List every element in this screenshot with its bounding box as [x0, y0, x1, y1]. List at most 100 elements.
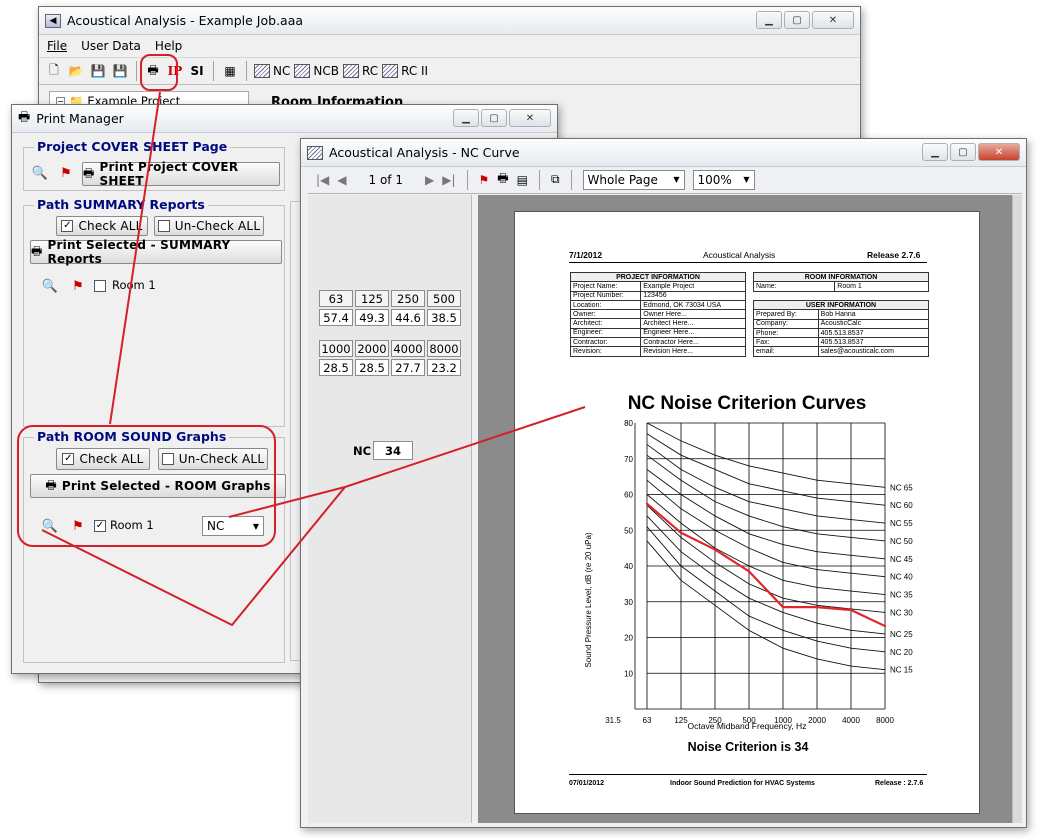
user-info-key: Prepared By: [753, 309, 819, 320]
x-tick-label: 8000 [876, 716, 894, 725]
measured-point [679, 531, 683, 534]
open-folder-icon[interactable]: 📂 [67, 61, 85, 81]
menu-help[interactable]: Help [153, 39, 184, 53]
calculator-icon[interactable]: ▦ [221, 61, 239, 81]
close-button[interactable]: ✕ [812, 11, 854, 29]
report-date: 7/1/2012 [569, 250, 603, 260]
nc-curve-button[interactable]: NC [254, 61, 290, 81]
pm-minimize-button[interactable]: ▁ [453, 109, 479, 127]
nc-curve-line [646, 469, 886, 560]
menu-file[interactable]: File [45, 39, 69, 53]
chevron-down-icon: ▼ [673, 175, 680, 184]
user-info-value: 405.513.8537 [817, 327, 930, 339]
ncb-curve-button[interactable]: NCB [294, 61, 339, 81]
print-manager-titlebar[interactable]: 🖶 Print Manager ▁ ▢ ✕ [12, 105, 557, 133]
print-summary-button[interactable]: 🖶 Print Selected - SUMMARY Reports [30, 238, 282, 266]
user-info-table: USER INFORMATION Prepared By: Bob Hanna C… [753, 299, 930, 357]
nc-curve-label: NC 50 [890, 537, 913, 546]
report-footer-rule [569, 774, 927, 775]
report-toolbar: |◀ ◀ 1 of 1 ▶ ▶| ⚑ 🖶 ▤ ⧉ Whole Page ▼ 100… [308, 166, 1022, 194]
y-tick-label: 60 [624, 491, 633, 500]
save-all-icon[interactable]: 💾 [111, 61, 129, 81]
summary-room-label: Room 1 [112, 278, 156, 292]
nc-curve-label: NC 30 [890, 608, 913, 617]
nc-label: NC [353, 444, 372, 458]
print-manager-title: Print Manager [36, 111, 124, 126]
minimize-button[interactable]: ▁ [756, 11, 782, 29]
pm-maximize-button[interactable]: ▢ [481, 109, 507, 127]
project-info-value: Example Project [640, 281, 746, 292]
nc-curve-label: NC 35 [890, 591, 913, 600]
nc-chart: NC Noise Criterion Curves Sound Pressure… [584, 393, 913, 731]
pdf-icon[interactable]: ⚑ [479, 173, 490, 187]
main-titlebar[interactable]: ◀ Acoustical Analysis - Example Job.aaa … [39, 7, 860, 35]
x-tick-label: 31.5 [605, 716, 621, 725]
band-cell: 125 [355, 290, 389, 307]
new-file-icon[interactable]: 🗋 [45, 61, 63, 81]
si-units-button[interactable]: SI [188, 61, 206, 81]
band-cell: 500 [427, 290, 461, 307]
rc2-curve-button[interactable]: RC II [382, 61, 428, 81]
pdf-icon[interactable]: ⚑ [70, 278, 86, 294]
preview-icon[interactable]: 🔍 [42, 278, 58, 294]
rc-curve-button[interactable]: RC [342, 61, 378, 81]
project-info-key: Architect: [569, 318, 642, 329]
level-cell: 23.2 [427, 359, 461, 376]
nc-curve-label: NC 20 [890, 648, 913, 657]
nc-minimize-button[interactable]: ▁ [922, 143, 948, 161]
x-tick-label: 4000 [842, 716, 860, 725]
y-tick-label: 10 [624, 669, 633, 678]
zoom-select[interactable]: 100% ▼ [692, 169, 755, 190]
pm-close-button[interactable]: ✕ [509, 109, 551, 127]
project-info-key: Project Number: [569, 290, 642, 301]
x-tick-label: 63 [643, 716, 652, 725]
next-page-icon[interactable]: ▶ [425, 173, 434, 187]
last-page-icon[interactable]: ▶| [442, 173, 455, 187]
pdf-icon[interactable]: ⚑ [58, 165, 74, 181]
graph-icon [307, 145, 323, 160]
band-cell: 63 [319, 290, 353, 307]
speaker-app-icon: ◀ [45, 13, 61, 28]
page-setup-icon[interactable]: ▤ [517, 173, 528, 187]
menu-user-data[interactable]: User Data [79, 39, 143, 53]
printer-icon: 🖶 [31, 243, 43, 258]
copy-icon[interactable]: ⧉ [551, 172, 560, 187]
user-info-key: Fax: [753, 337, 819, 348]
nc-maximize-button[interactable]: ▢ [950, 143, 976, 161]
chart-title: NC Noise Criterion Curves [628, 393, 867, 414]
project-info-key: Revision: [569, 346, 642, 357]
summary-check-all-button[interactable]: ✓ Check ALL [56, 216, 148, 236]
nc-curve-label: NC 25 [890, 630, 913, 639]
first-page-icon[interactable]: |◀ [316, 173, 329, 187]
graph-icon [294, 64, 311, 78]
band-cell: 1000 [319, 340, 353, 357]
summary-uncheck-all-button[interactable]: Un-Check ALL [154, 216, 264, 236]
project-info-key: Owner: [569, 309, 642, 320]
level-cell: 27.7 [391, 359, 425, 376]
cover-sheet-group: Project COVER SHEET Page 🔍 ⚑ 🖶 Print Proj… [23, 139, 285, 191]
print-cover-sheet-button[interactable]: 🖶 Print Project COVER SHEET [82, 160, 280, 188]
project-info-key: Engineer: [569, 327, 642, 339]
save-icon[interactable]: 💾 [89, 61, 107, 81]
nc-titlebar[interactable]: Acoustical Analysis - NC Curve ▁ ▢ ✕ [301, 139, 1026, 167]
user-info-key: Phone: [753, 327, 819, 339]
maximize-button[interactable]: ▢ [784, 11, 810, 29]
nc-close-button[interactable]: ✕ [978, 143, 1020, 161]
page-mode-select[interactable]: Whole Page ▼ [582, 169, 685, 190]
prev-page-icon[interactable]: ◀ [337, 173, 346, 187]
room-info-value: Room 1 [834, 281, 929, 292]
report-release: Release 2.7.6 [867, 250, 921, 260]
print-icon[interactable]: 🖶 [497, 169, 508, 190]
printer-icon: 🖶 [18, 109, 31, 125]
preview-icon[interactable]: 🔍 [32, 165, 48, 181]
graph-icon [342, 64, 359, 78]
report-header-rule [569, 262, 927, 263]
report-scrollbar[interactable] [1012, 195, 1022, 823]
summary-room-checkbox[interactable] [94, 280, 106, 292]
x-tick-label: 2000 [808, 716, 826, 725]
project-info-value: 123456 [640, 290, 746, 301]
user-info-value: Bob Hanna [817, 309, 930, 320]
noise-criterion-result: Noise Criterion is 34 [687, 740, 809, 754]
room-info-key: Name: [752, 281, 836, 292]
user-info-value: sales@acousticalc.com [817, 346, 930, 357]
